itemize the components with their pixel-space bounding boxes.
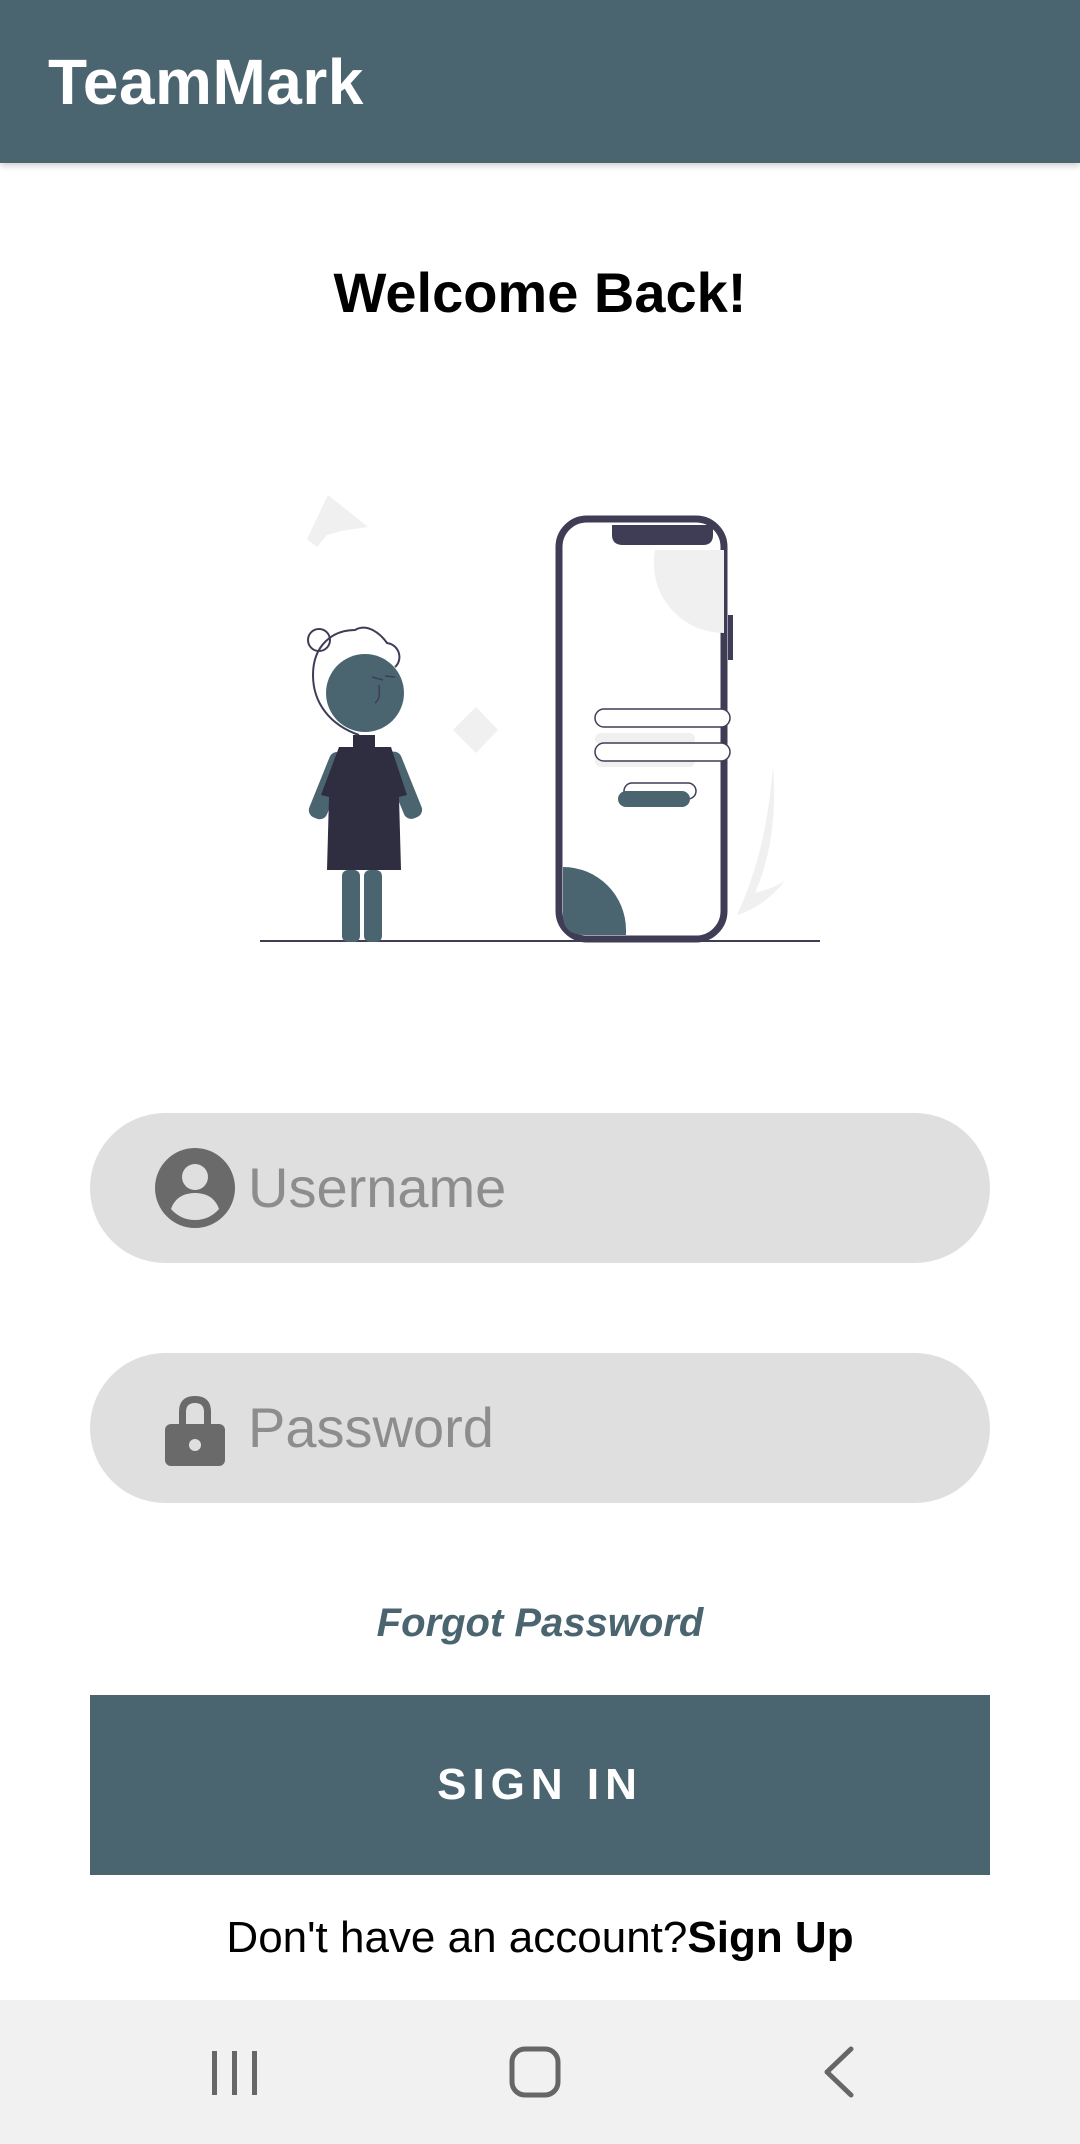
sign-in-button[interactable]: SIGN IN [90,1695,990,1875]
app-title: TeamMark [48,46,364,118]
sign-up-prompt: Don't have an account?Sign Up [0,1908,1080,1968]
system-navigation-bar [0,2000,1080,2144]
home-icon[interactable] [500,2037,570,2107]
password-input[interactable]: Password [248,1353,494,1503]
account-circle-icon [155,1148,235,1228]
username-input[interactable]: Username [248,1113,506,1263]
login-phone-person-illustration [260,495,820,943]
no-account-text: Don't have an account? [226,1913,688,1962]
welcome-heading: Welcome Back! [333,261,747,324]
forgot-password-link[interactable]: Forgot Password [0,1595,1080,1651]
app-bar: TeamMark [0,0,1080,163]
sign-up-link[interactable]: Sign Up [687,1913,853,1962]
recent-apps-icon[interactable] [200,2037,270,2107]
back-icon[interactable] [805,2037,875,2107]
login-illustration [255,495,835,950]
password-field[interactable]: Password [90,1353,990,1503]
username-field[interactable]: Username [90,1113,990,1263]
lock-icon [155,1388,235,1468]
